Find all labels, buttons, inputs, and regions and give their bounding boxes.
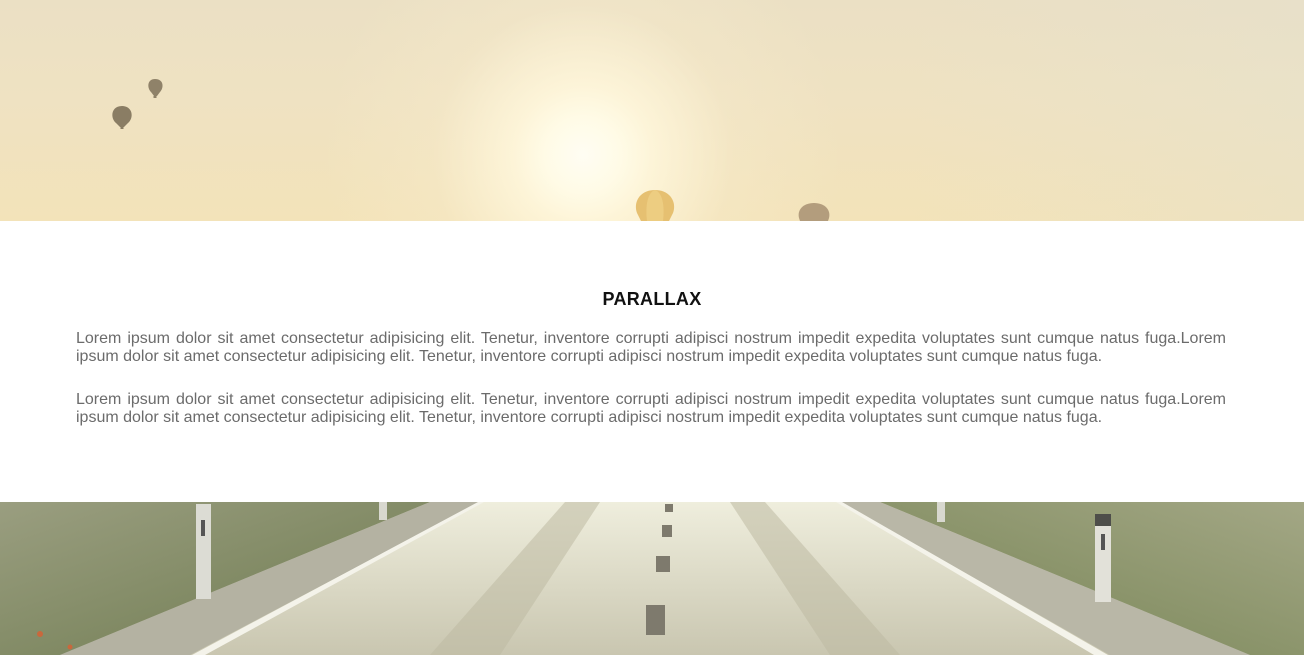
hot-air-balloon-icon [798, 203, 830, 221]
parallax-content-section: PARALLAX Lorem ipsum dolor sit amet cons… [0, 221, 1304, 502]
body-paragraph: Lorem ipsum dolor sit amet consectetur a… [76, 330, 1226, 365]
parallax-image-bottom [0, 502, 1304, 655]
road-post-icon [1095, 514, 1111, 602]
road-post-icon [379, 502, 387, 520]
hot-air-balloon-icon [635, 190, 675, 221]
road-post-icon [937, 502, 945, 522]
section-title: PARALLAX [602, 289, 702, 309]
balloons-illustration [112, 79, 830, 221]
road-illustration [0, 502, 1304, 655]
road-post-icon [196, 504, 211, 599]
hot-air-balloon-icon [148, 79, 163, 98]
body-paragraph: Lorem ipsum dolor sit amet consectetur a… [76, 391, 1226, 426]
parallax-image-top [0, 0, 1304, 221]
hot-air-balloon-icon [112, 106, 132, 129]
